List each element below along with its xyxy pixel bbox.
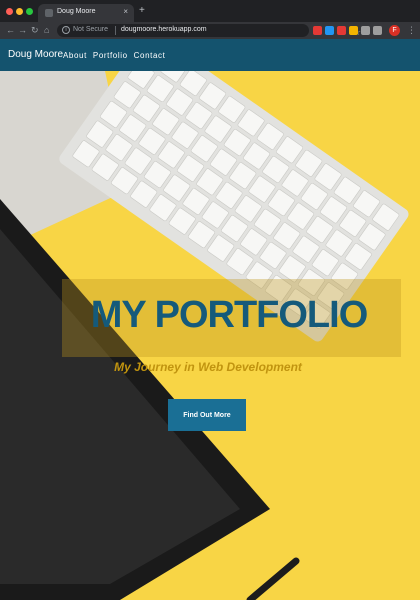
page-viewport: Doug Moore About Portfolio Contact MY PO… — [0, 39, 420, 600]
reload-icon[interactable]: ↻ — [31, 24, 39, 37]
site-navbar: Doug Moore About Portfolio Contact — [0, 39, 420, 71]
extension-icon[interactable] — [349, 26, 358, 35]
nav-link-about[interactable]: About — [63, 51, 87, 60]
site-brand-link[interactable]: Doug Moore — [8, 49, 63, 60]
browser-toolbar: ← → ↻ ⌂ i Not Secure dougmoore.herokuapp… — [0, 22, 420, 39]
maximize-window-button[interactable] — [26, 8, 33, 15]
browser-menu-icon[interactable]: ⋮ — [407, 24, 416, 36]
address-bar[interactable]: i Not Secure dougmoore.herokuapp.com ☆ — [57, 24, 361, 37]
minimize-window-button[interactable] — [16, 8, 23, 15]
extension-icon[interactable] — [373, 26, 382, 35]
tab-title: Doug Moore — [57, 8, 96, 15]
browser-tab-active[interactable]: Doug Moore × — [38, 4, 134, 22]
address-separator — [115, 26, 116, 35]
home-icon[interactable]: ⌂ — [44, 24, 49, 37]
find-out-more-button[interactable]: Find Out More — [168, 399, 246, 431]
nav-links: About Portfolio Contact — [63, 51, 165, 60]
new-tab-button[interactable]: + — [139, 5, 145, 16]
profile-avatar[interactable]: F — [389, 25, 400, 36]
favicon-icon — [45, 9, 53, 17]
info-icon[interactable]: i — [62, 26, 70, 34]
nav-link-contact[interactable]: Contact — [134, 51, 166, 60]
extension-icon[interactable] — [325, 26, 334, 35]
forward-arrow-icon[interactable]: → — [18, 24, 27, 37]
back-arrow-icon[interactable]: ← — [6, 24, 15, 37]
browser-tab-strip: Doug Moore × + — [0, 0, 420, 22]
extension-icon[interactable] — [337, 26, 346, 35]
tab-close-icon[interactable]: × — [123, 7, 128, 17]
security-label: Not Secure — [73, 26, 109, 33]
close-window-button[interactable] — [6, 8, 13, 15]
extension-icon[interactable] — [313, 26, 322, 35]
url-text[interactable]: dougmoore.herokuapp.com — [121, 26, 207, 33]
hero-subtitle: My Journey in Web Development — [114, 360, 302, 374]
puzzle-extensions-icon[interactable] — [361, 26, 370, 35]
nav-link-portfolio[interactable]: Portfolio — [93, 51, 128, 60]
hero-title: MY PORTFOLIO — [90, 294, 369, 336]
